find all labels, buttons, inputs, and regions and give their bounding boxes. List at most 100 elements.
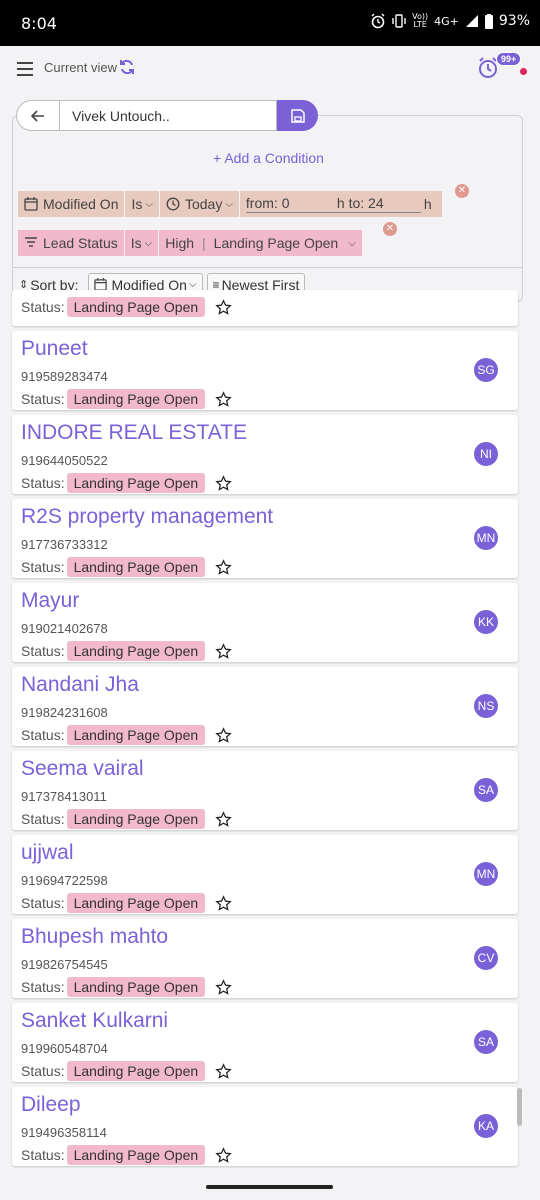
lead-name[interactable]: ujjwal — [21, 841, 74, 865]
star-icon[interactable] — [215, 390, 232, 408]
lead-card[interactable]: Mayur 919021402678 Status: Landing Page O… — [12, 583, 518, 662]
filter-panel: + Add a Condition Modified On Is ⌵ Today ⌵… — [12, 115, 523, 302]
condition-field-select[interactable]: Lead Status — [18, 230, 124, 256]
star-icon[interactable] — [215, 978, 232, 996]
calendar-icon — [24, 197, 38, 211]
lead-card[interactable]: Seema vairal 917378413011 Status: Landing… — [12, 751, 518, 830]
lead-name[interactable]: INDORE REAL ESTATE — [21, 421, 247, 445]
chevron-down-icon: ⌵ — [348, 237, 356, 249]
filter-funnel-icon — [25, 237, 37, 247]
lead-name[interactable]: Dileep — [21, 1093, 81, 1117]
assignee-avatar[interactable]: SA — [474, 1030, 498, 1054]
volte-indicator: Vo)) LTE — [412, 12, 429, 29]
assignee-avatar[interactable]: MN — [474, 862, 498, 886]
status-chip: Landing Page Open — [66, 893, 206, 913]
assignee-avatar[interactable]: CV — [474, 946, 498, 970]
current-view-label[interactable]: Current view — [44, 60, 117, 75]
back-button[interactable] — [16, 100, 59, 131]
lead-card[interactable]: Puneet 919589283474 Status: Landing Page … — [12, 331, 518, 410]
chevron-down-icon: ⌵ — [145, 198, 153, 210]
lead-name[interactable]: Puneet — [21, 337, 88, 361]
assignee-avatar[interactable]: KK — [474, 610, 498, 634]
lead-card[interactable]: Nandani Jha 919824231608 Status: Landing … — [12, 667, 518, 746]
gesture-handle[interactable] — [206, 1185, 333, 1189]
star-icon[interactable] — [215, 1146, 232, 1164]
chevron-down-icon: ⌵ — [144, 237, 153, 249]
alert-dot — [520, 68, 527, 75]
star-icon[interactable] — [215, 810, 232, 828]
lead-phone: 919826754545 — [21, 957, 108, 972]
lead-card[interactable]: Bhupesh mahto 919826754545 Status: Landin… — [12, 919, 518, 998]
from-hour-input[interactable]: from: 0 — [245, 195, 337, 213]
assignee-avatar[interactable]: KA — [474, 1114, 498, 1138]
notification-badge: 99+ — [496, 52, 522, 66]
condition-values-select[interactable]: High | Landing Page Open ⌵ — [158, 230, 362, 256]
clock-icon — [166, 197, 180, 211]
assignee-avatar[interactable]: NS — [474, 694, 498, 718]
status-chip: Landing Page Open — [66, 977, 206, 997]
assignee-avatar[interactable]: NI — [474, 442, 498, 466]
status-chip: Landing Page Open — [66, 809, 206, 829]
lead-name[interactable]: R2S property management — [21, 505, 273, 529]
lead-name[interactable]: Bhupesh mahto — [21, 925, 168, 949]
network-type: 4G+ — [434, 14, 459, 28]
star-icon[interactable] — [215, 642, 232, 660]
remove-condition-icon[interactable]: ✕ — [383, 222, 397, 236]
battery-icon — [484, 13, 493, 29]
assignee-avatar[interactable]: SG — [474, 358, 498, 382]
star-icon[interactable] — [215, 558, 232, 576]
star-icon[interactable] — [215, 1062, 232, 1080]
lead-name[interactable]: Mayur — [21, 589, 79, 613]
condition-field-select[interactable]: Modified On — [18, 191, 125, 217]
lead-name[interactable]: Sanket Kulkarni — [21, 1009, 168, 1033]
lead-card[interactable]: Sanket Kulkarni 919960548704 Status: Land… — [12, 1003, 518, 1082]
assignee-avatar[interactable]: SA — [474, 778, 498, 802]
star-icon[interactable] — [215, 894, 232, 912]
condition-operator-select[interactable]: Is ⌵ — [124, 191, 159, 217]
list-item-partial[interactable]: Status: Landing Page Open — [12, 290, 518, 326]
lead-phone: 917736733312 — [21, 537, 108, 552]
refresh-icon[interactable] — [118, 58, 136, 76]
add-condition-button[interactable]: + Add a Condition — [13, 150, 524, 166]
lead-phone: 919644050522 — [21, 453, 108, 468]
view-search-bar: Vivek Untouch.. — [16, 100, 318, 131]
hour-unit: h — [423, 196, 432, 212]
list-scrollbar[interactable] — [517, 1088, 522, 1126]
lead-phone: 919589283474 — [21, 369, 108, 384]
signal-icon — [465, 15, 478, 27]
lead-phone: 919021402678 — [21, 621, 108, 636]
lead-card[interactable]: ujjwal 919694722598 Status: Landing Page … — [12, 835, 518, 914]
condition-operator-select[interactable]: Is ⌵ — [123, 230, 159, 256]
save-icon — [290, 108, 305, 123]
save-view-button[interactable] — [277, 100, 318, 131]
app-bar: Current view 99+ — [0, 46, 540, 96]
clock: 8:04 — [21, 14, 57, 33]
lead-phone: 919496358114 — [21, 1125, 107, 1140]
lead-card[interactable]: Dileep 919496358114 Status: Landing Page … — [12, 1087, 518, 1166]
chevron-down-icon: ⌵ — [225, 198, 233, 210]
star-icon[interactable] — [215, 726, 232, 744]
lead-phone: 917378413011 — [21, 789, 107, 804]
status-chip: Landing Page Open — [66, 473, 206, 493]
status-chip: Landing Page Open — [66, 1145, 206, 1165]
condition-value-select[interactable]: Today ⌵ — [158, 191, 239, 217]
remove-condition-icon[interactable]: ✕ — [455, 184, 469, 198]
view-name-input[interactable]: Vivek Untouch.. — [59, 100, 277, 131]
star-icon[interactable] — [215, 298, 232, 316]
star-icon[interactable] — [215, 474, 232, 492]
lead-card[interactable]: R2S property management 917736733312 Sta… — [12, 499, 518, 578]
battery-percent: 93% — [498, 13, 530, 29]
lead-phone: 919694722598 — [21, 873, 108, 888]
lead-name[interactable]: Seema vairal — [21, 757, 144, 781]
time-range-fields: from: 0 h to: 24 h — [238, 191, 442, 217]
assignee-avatar[interactable]: MN — [474, 526, 498, 550]
lead-phone: 919960548704 — [21, 1041, 108, 1056]
condition-modified-on: Modified On Is ⌵ Today ⌵ from: 0 h to: 24 … — [18, 191, 442, 217]
status-chip: Landing Page Open — [66, 297, 206, 317]
to-hour-input[interactable]: h to: 24 — [336, 195, 421, 213]
lead-name[interactable]: Nandani Jha — [21, 673, 139, 697]
lead-card[interactable]: INDORE REAL ESTATE 919644050522 Status: L… — [12, 415, 518, 494]
status-chip: Landing Page Open — [66, 725, 206, 745]
vibrate-icon — [392, 14, 406, 28]
menu-icon[interactable] — [17, 62, 33, 76]
